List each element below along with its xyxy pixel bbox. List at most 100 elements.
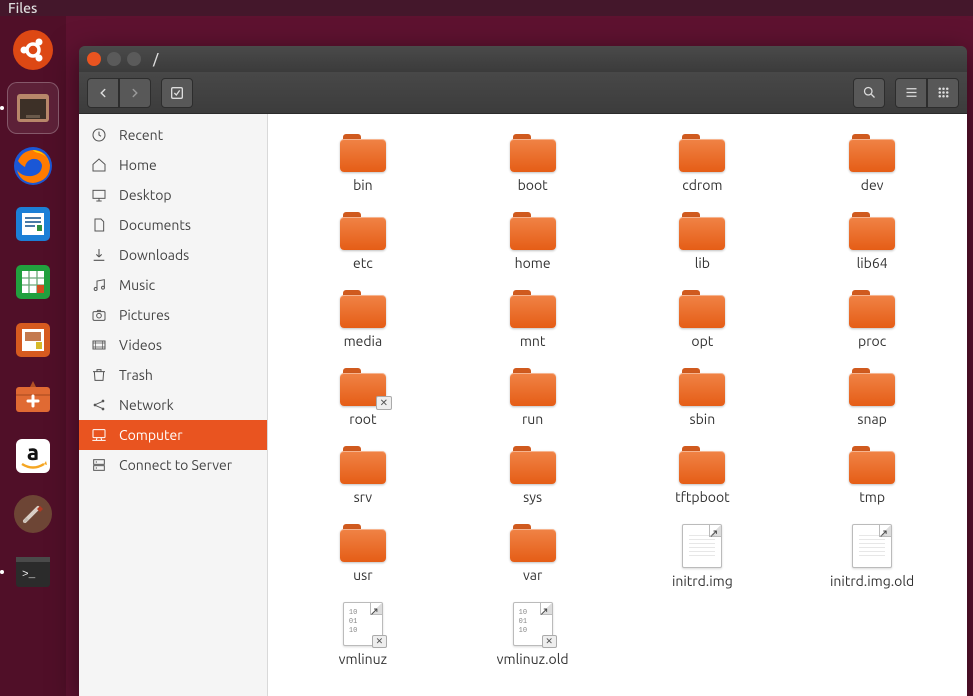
- file-item-mnt[interactable]: mnt: [448, 288, 618, 366]
- file-item-cdrom[interactable]: cdrom: [618, 132, 788, 210]
- sidebar-item-label: Documents: [119, 217, 191, 233]
- file-item-vmlinuz[interactable]: ↗✕vmlinuz: [278, 600, 448, 678]
- launcher-software[interactable]: [7, 372, 59, 424]
- launcher-writer[interactable]: [7, 198, 59, 250]
- file-item-label: tmp: [859, 489, 885, 505]
- file-item-root[interactable]: ✕root: [278, 366, 448, 444]
- file-item-boot[interactable]: boot: [448, 132, 618, 210]
- sidebar-item-network[interactable]: Network: [79, 390, 267, 420]
- file-item-label: var: [523, 567, 542, 583]
- file-item-dev[interactable]: dev: [787, 132, 957, 210]
- file-item-var[interactable]: var: [448, 522, 618, 600]
- file-item-label: run: [522, 411, 543, 427]
- sidebar-item-videos[interactable]: Videos: [79, 330, 267, 360]
- folder-icon: [510, 134, 556, 172]
- folder-icon: ✕: [340, 368, 386, 406]
- sidebar-item-connect-to-server[interactable]: Connect to Server: [79, 450, 267, 480]
- file-item-label: snap: [857, 411, 886, 427]
- file-item-bin[interactable]: bin: [278, 132, 448, 210]
- file-item-lib64[interactable]: lib64: [787, 210, 957, 288]
- file-item-sys[interactable]: sys: [448, 444, 618, 522]
- sidebar-item-music[interactable]: Music: [79, 270, 267, 300]
- chevron-left-icon: [96, 86, 110, 100]
- text-file-icon: ↗: [852, 524, 892, 568]
- file-item-label: cdrom: [682, 177, 722, 193]
- lock-badge-icon: ✕: [376, 396, 392, 410]
- file-item-etc[interactable]: etc: [278, 210, 448, 288]
- file-item-lib[interactable]: lib: [618, 210, 788, 288]
- file-item-label: lib: [695, 255, 710, 271]
- file-item-media[interactable]: media: [278, 288, 448, 366]
- svg-text:a: a: [27, 440, 39, 465]
- settings-app-icon: [12, 493, 54, 535]
- sidebar-item-label: Home: [119, 157, 157, 173]
- folder-icon: [679, 446, 725, 484]
- grid-view-button[interactable]: [927, 78, 959, 108]
- file-item-label: opt: [691, 333, 713, 349]
- grid-icon: [936, 85, 951, 100]
- sidebar-item-desktop[interactable]: Desktop: [79, 180, 267, 210]
- file-item-sbin[interactable]: sbin: [618, 366, 788, 444]
- chevron-right-icon: [128, 86, 142, 100]
- launcher-dash[interactable]: [7, 24, 59, 76]
- launcher-settings[interactable]: [7, 488, 59, 540]
- file-item-usr[interactable]: usr: [278, 522, 448, 600]
- sidebar-item-trash[interactable]: Trash: [79, 360, 267, 390]
- file-pane[interactable]: binboot cdrom dev etchome lib lib64 mediamnt op…: [268, 114, 967, 696]
- text-file-icon: ↗: [682, 524, 722, 568]
- file-item-srv[interactable]: srv: [278, 444, 448, 522]
- sidebar-item-label: Network: [119, 397, 174, 413]
- sidebar-item-label: Connect to Server: [119, 457, 232, 473]
- sidebar-item-home[interactable]: Home: [79, 150, 267, 180]
- folder-icon: [510, 212, 556, 250]
- folder-icon: [510, 290, 556, 328]
- firefox-app-icon: [12, 145, 54, 187]
- search-button[interactable]: [853, 78, 885, 108]
- file-item-snap[interactable]: snap: [787, 366, 957, 444]
- titlebar[interactable]: /: [79, 46, 967, 72]
- sidebar-item-documents[interactable]: Documents: [79, 210, 267, 240]
- launcher-impress[interactable]: [7, 314, 59, 366]
- sidebar-item-pictures[interactable]: Pictures: [79, 300, 267, 330]
- path-toggle-button[interactable]: [161, 78, 193, 108]
- launcher-files[interactable]: [7, 82, 59, 134]
- list-icon: [904, 85, 919, 100]
- file-item-home[interactable]: home: [448, 210, 618, 288]
- lock-badge-icon: ✕: [372, 635, 387, 648]
- back-button[interactable]: [87, 78, 119, 108]
- file-item-initrd-img[interactable]: ↗initrd.img: [618, 522, 788, 600]
- file-item-run[interactable]: run: [448, 366, 618, 444]
- maximize-button[interactable]: [127, 52, 141, 66]
- launcher-amazon[interactable]: a: [7, 430, 59, 482]
- folder-icon: [849, 290, 895, 328]
- sidebar-item-label: Desktop: [119, 187, 172, 203]
- minimize-button[interactable]: [107, 52, 121, 66]
- file-item-tftpboot[interactable]: tftpboot: [618, 444, 788, 522]
- file-item-label: tftpboot: [675, 489, 730, 505]
- file-item-tmp[interactable]: tmp: [787, 444, 957, 522]
- running-pip-icon: [0, 106, 4, 110]
- launcher-calc[interactable]: [7, 256, 59, 308]
- sidebar: Recent Home Desktop Documents DownloadsMusic…: [79, 114, 268, 696]
- window-title-path: /: [153, 51, 158, 67]
- list-view-button[interactable]: [895, 78, 927, 108]
- launcher-firefox[interactable]: [7, 140, 59, 192]
- file-item-opt[interactable]: opt: [618, 288, 788, 366]
- menubar: Files: [0, 0, 973, 16]
- sidebar-item-label: Recent: [119, 127, 163, 143]
- sidebar-item-label: Computer: [119, 427, 183, 443]
- content-area: Recent Home Desktop Documents DownloadsMusic…: [79, 114, 967, 696]
- file-item-proc[interactable]: proc: [787, 288, 957, 366]
- close-button[interactable]: [87, 52, 101, 66]
- file-item-initrd-img-old[interactable]: ↗initrd.img.old: [787, 522, 957, 600]
- server-icon: [91, 457, 107, 473]
- software-app-icon: [12, 377, 54, 419]
- sidebar-item-downloads[interactable]: Downloads: [79, 240, 267, 270]
- forward-button[interactable]: [119, 78, 151, 108]
- files-window: /: [79, 46, 967, 696]
- trash-icon: [91, 367, 107, 383]
- sidebar-item-recent[interactable]: Recent: [79, 120, 267, 150]
- launcher-terminal[interactable]: >_: [7, 546, 59, 598]
- file-item-vmlinuz-old[interactable]: ↗✕vmlinuz.old: [448, 600, 618, 678]
- sidebar-item-computer[interactable]: Computer: [79, 420, 267, 450]
